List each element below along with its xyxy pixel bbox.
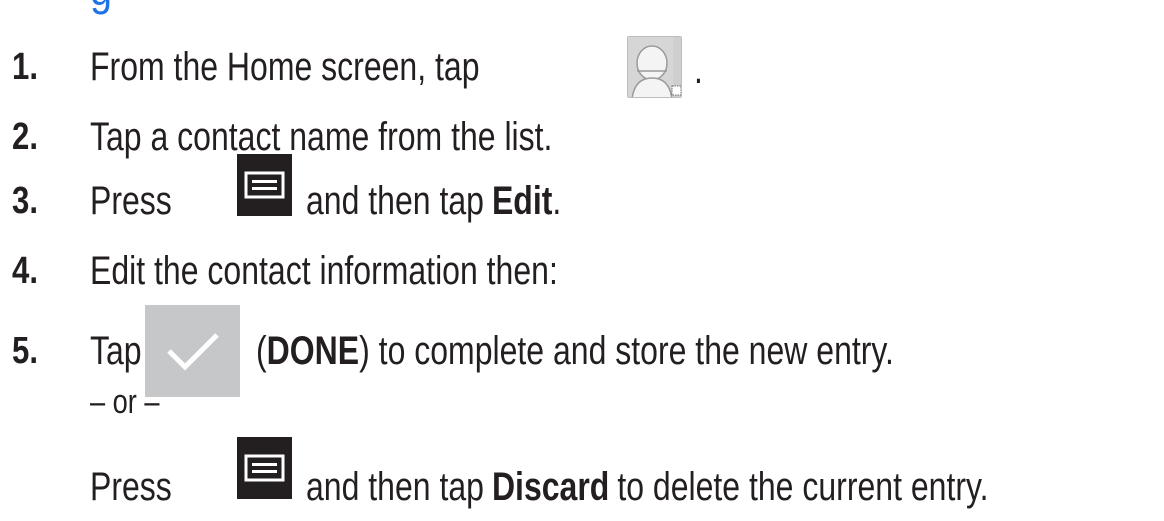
discard-command: Discard xyxy=(491,464,610,509)
step-text: Tap a contact name from the list. xyxy=(90,114,553,159)
step-number: 5. xyxy=(12,329,38,372)
done-command: DONE xyxy=(266,328,360,373)
menu-key-icon[interactable] xyxy=(237,437,292,499)
step-text: Press xyxy=(90,178,172,223)
step-text-part: and then tap xyxy=(306,178,484,223)
step-5-continuation: ( DONE ) to complete and store the new e… xyxy=(256,321,894,381)
step-number: 4. xyxy=(12,249,38,292)
menu-key-icon[interactable] xyxy=(237,154,292,216)
step-number: 3. xyxy=(12,179,38,222)
step-number: 1. xyxy=(12,45,38,88)
alt-step-continuation: and then tap Discard to delete the curre… xyxy=(306,457,989,517)
step-text-part: and then tap xyxy=(306,464,484,509)
step-text: From the Home screen, tap xyxy=(90,45,479,90)
step-text-part: ) to complete and store the new entry. xyxy=(359,328,894,373)
step-3-continuation: and then tap Edit . xyxy=(306,171,561,231)
step-number: 2. xyxy=(12,115,38,158)
step-text-part: From the Home screen, tap xyxy=(90,44,480,89)
step-1-period: . xyxy=(694,48,703,92)
step-text-part: to delete the current entry. xyxy=(617,464,989,509)
instruction-document: g 1. From the Home screen, tap . 2. Tap … xyxy=(0,0,1164,521)
step-text-part: ( xyxy=(256,328,267,373)
step-text-part: . xyxy=(552,178,562,223)
contacts-app-icon[interactable] xyxy=(627,36,682,98)
or-separator: – or – xyxy=(90,383,160,421)
step-text: Edit the contact information then: xyxy=(90,248,558,293)
edit-command: Edit xyxy=(491,178,553,223)
section-heading-fragment: g xyxy=(90,0,112,12)
step-text: Tap xyxy=(90,328,142,373)
alt-step-text: Press xyxy=(90,464,172,509)
